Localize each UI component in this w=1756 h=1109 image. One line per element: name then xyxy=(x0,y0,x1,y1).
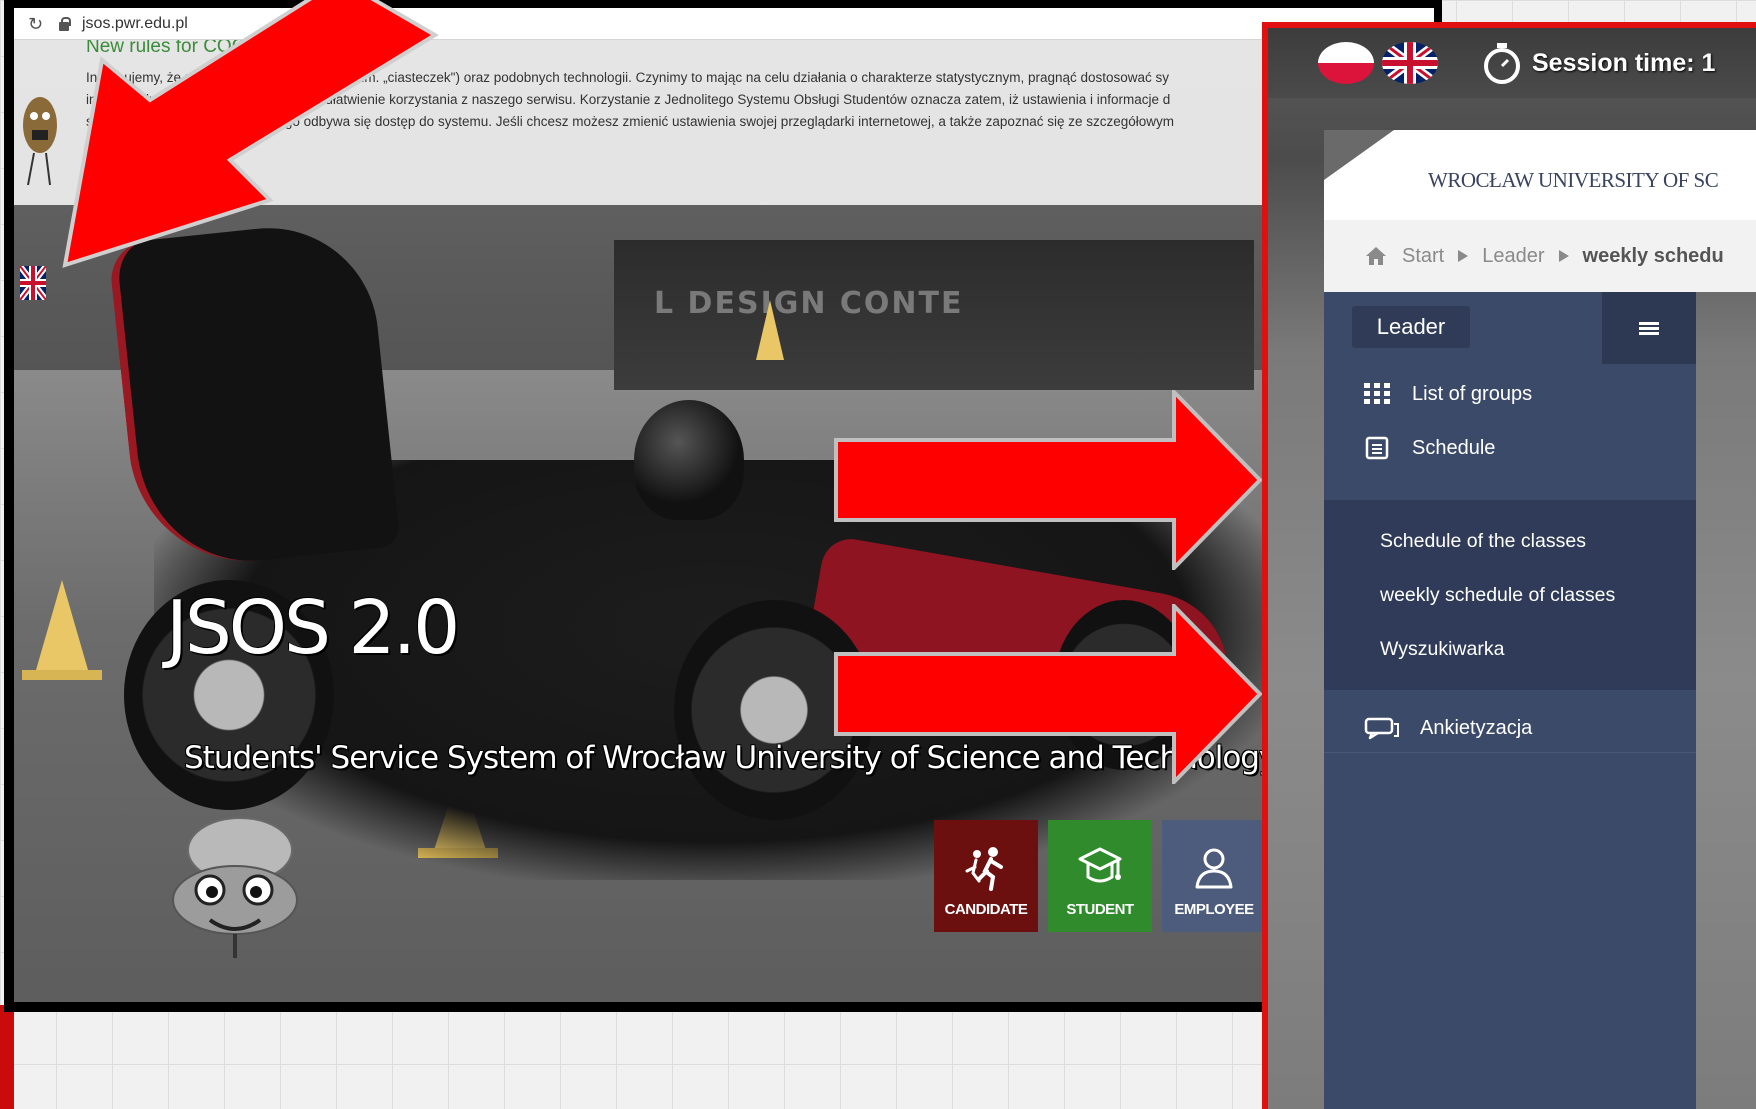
breadcrumb: Start Leader weekly schedu xyxy=(1324,220,1756,292)
schedule-submenu: Schedule of the classes weekly schedule … xyxy=(1324,500,1696,690)
menu-toggle-icon[interactable] xyxy=(1602,292,1696,364)
submenu-item-classes[interactable]: Schedule of the classes xyxy=(1380,530,1586,553)
person-icon xyxy=(1195,848,1233,889)
cone-base xyxy=(22,670,102,680)
uk-flag-icon[interactable] xyxy=(20,266,46,300)
schedule-icon xyxy=(1365,436,1389,460)
cookie-title: New rules for COOK xyxy=(86,40,260,57)
hero-subtitle: Students' Service System of Wrocław Univ… xyxy=(184,740,1277,776)
running-people-icon xyxy=(965,847,1003,891)
sidebar-item-label: Schedule xyxy=(1412,436,1496,459)
header-corner xyxy=(1324,130,1394,180)
stopwatch-icon xyxy=(1484,43,1520,84)
sidebar-item-survey[interactable]: Ankietyzacja xyxy=(1324,702,1696,754)
uk-flag-icon[interactable] xyxy=(1382,42,1438,84)
sidebar-header: Leader xyxy=(1324,292,1696,364)
lock-icon xyxy=(58,16,71,31)
session-time: Session time: 1 xyxy=(1532,48,1716,77)
cookie-text: Informujemy, że na nas w. plików „cookie… xyxy=(86,70,1175,151)
reload-icon[interactable]: ↻ xyxy=(28,15,46,33)
browser-screenshot: ↻ jsos.pwr.edu.pl L DESIGN CONTE New rul… xyxy=(4,0,1442,1012)
url-text[interactable]: jsos.pwr.edu.pl xyxy=(82,15,188,33)
breadcrumb-start[interactable]: Start xyxy=(1402,245,1444,268)
submenu-item-search[interactable]: Wyszukiwarka xyxy=(1380,638,1504,661)
driver-helmet xyxy=(634,400,744,520)
home-icon[interactable] xyxy=(1364,245,1388,267)
polish-flag-icon[interactable] xyxy=(1318,42,1374,84)
cone xyxy=(36,580,88,670)
candidate-button[interactable]: CANDIDATE xyxy=(934,820,1038,932)
cookie-banner: New rules for COOK Informujemy, że na na… xyxy=(14,40,1434,205)
sidebar: Leader List of groups Schedule Schedule … xyxy=(1324,292,1696,1109)
candidate-label: CANDIDATE xyxy=(944,901,1028,918)
sidebar-item-groups[interactable]: List of groups xyxy=(1324,368,1696,420)
student-label: STUDENT xyxy=(1066,901,1134,918)
jsos-landing-page: L DESIGN CONTE New rules for COOK Inform… xyxy=(14,40,1434,1002)
student-button[interactable]: STUDENT xyxy=(1048,820,1152,932)
sidebar-item-label: Ankietyzacja xyxy=(1420,716,1533,739)
role-label[interactable]: Leader xyxy=(1352,306,1470,348)
mascot-icon xyxy=(23,97,57,186)
hero-title: JSOS 2.0 xyxy=(166,585,460,671)
graduation-cap-icon xyxy=(1078,847,1122,883)
university-name: WROCŁAW UNIVERSITY OF SC xyxy=(1428,168,1719,192)
sidebar-item-schedule[interactable]: Schedule xyxy=(1324,422,1696,474)
cone xyxy=(756,300,784,360)
breadcrumb-current: weekly schedu xyxy=(1582,244,1724,267)
barrier-text: L DESIGN CONTE xyxy=(654,286,964,321)
submenu-item-weekly[interactable]: weekly schedule of classes xyxy=(1380,584,1615,607)
breadcrumb-leader[interactable]: Leader xyxy=(1482,245,1544,268)
chat-icon xyxy=(1364,717,1399,740)
wheel xyxy=(674,600,874,820)
zoomed-panel: Session time: 1 WROCŁAW UNIVERSITY OF SC… xyxy=(1262,22,1756,1109)
breadcrumb-separator-icon xyxy=(1558,250,1569,262)
red-edge xyxy=(0,1005,14,1109)
sidebar-item-label: List of groups xyxy=(1412,382,1533,405)
grid-icon xyxy=(1364,383,1390,404)
employee-button[interactable]: EMPLOYEE xyxy=(1162,820,1266,932)
breadcrumb-separator-icon xyxy=(1458,250,1469,262)
employee-label: EMPLOYEE xyxy=(1174,901,1254,918)
address-bar[interactable]: ↻ jsos.pwr.edu.pl xyxy=(14,8,1434,40)
sidebar-divider xyxy=(1324,752,1696,753)
top-bar: Session time: 1 xyxy=(1268,28,1756,98)
robot-mascot-icon xyxy=(172,817,298,958)
